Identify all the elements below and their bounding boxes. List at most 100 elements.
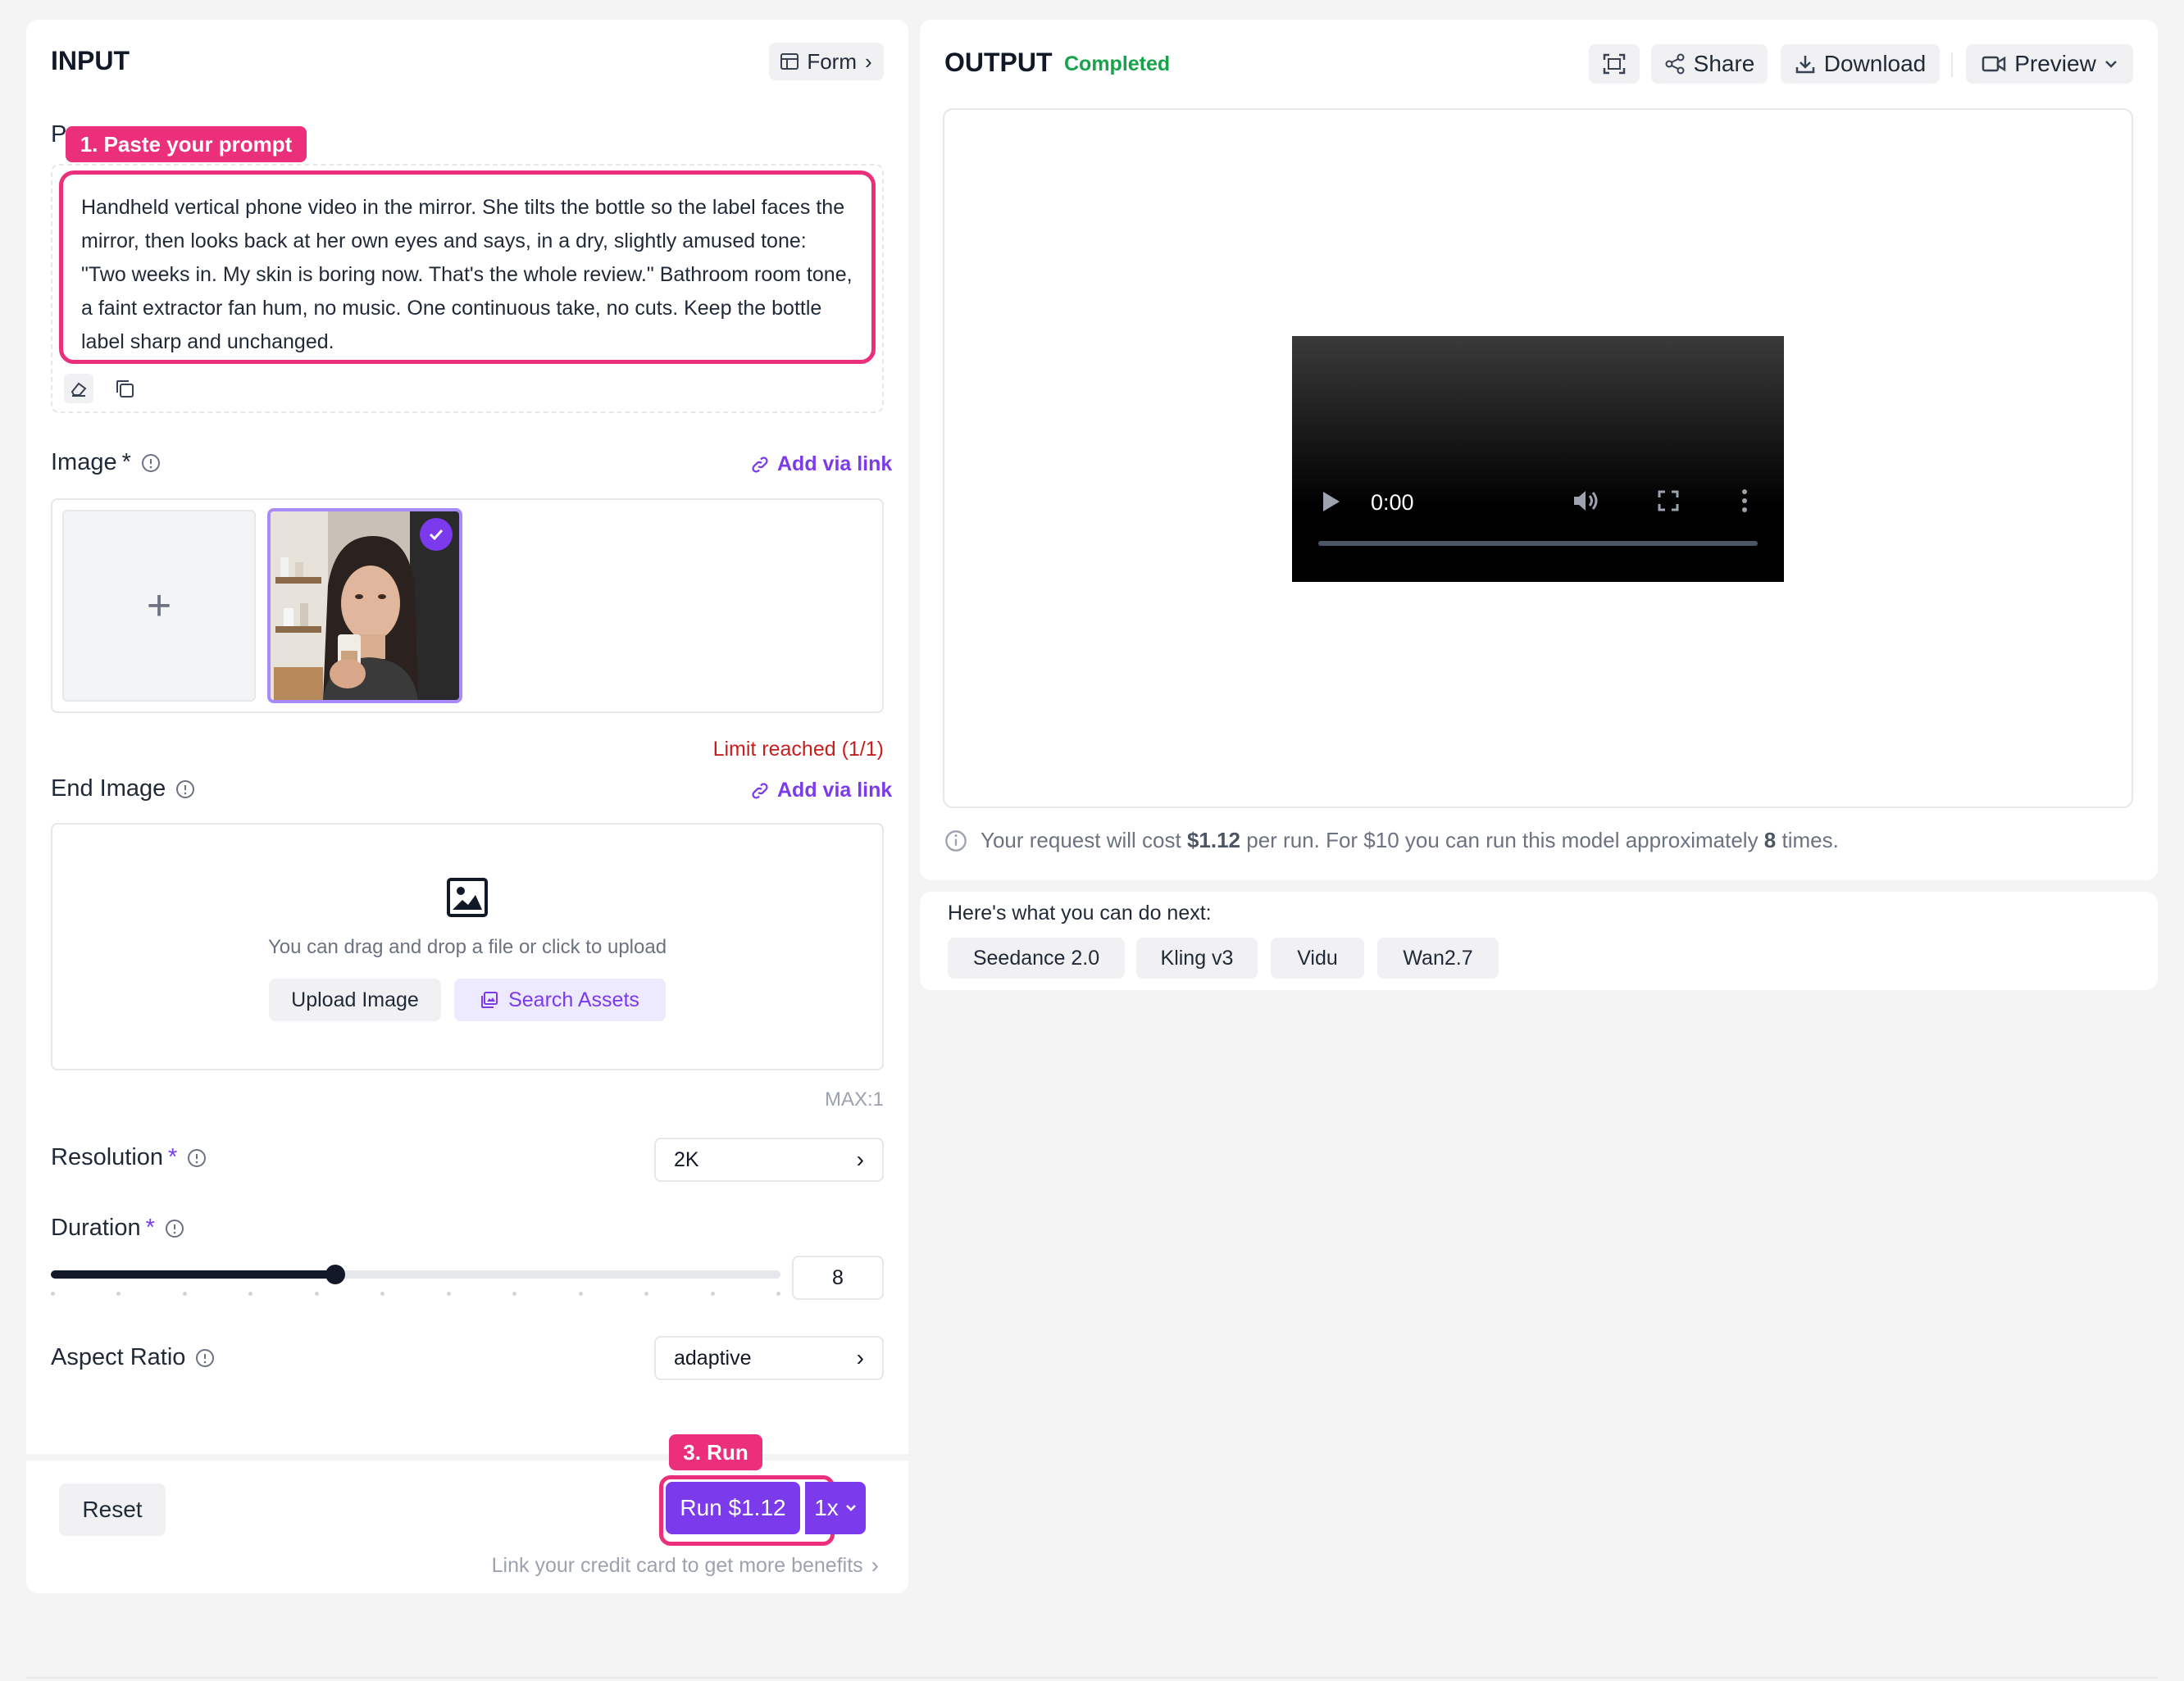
link-icon bbox=[752, 782, 768, 799]
fullscreen-button[interactable] bbox=[1589, 44, 1640, 84]
image-label-text: Image bbox=[51, 449, 117, 475]
info-icon bbox=[945, 829, 967, 852]
cost-prefix: Your request will cost bbox=[981, 828, 1187, 852]
form-label: Form bbox=[807, 48, 857, 74]
credit-card-link[interactable]: Link your credit card to get more benefi… bbox=[492, 1552, 879, 1579]
volume-icon[interactable] bbox=[1572, 488, 1600, 513]
preview-button[interactable]: Preview bbox=[1966, 44, 2133, 84]
video-progress-bar[interactable] bbox=[1318, 541, 1758, 546]
info-icon bbox=[188, 1148, 207, 1167]
cost-times: 8 bbox=[1763, 828, 1777, 852]
credit-card-text: Link your credit card to get more benefi… bbox=[491, 1553, 863, 1577]
preview-label: Preview bbox=[2014, 51, 2096, 76]
plus-icon: + bbox=[146, 582, 172, 629]
end-image-label-text: End Image bbox=[51, 775, 166, 802]
aspect-ratio-label: Aspect Ratio bbox=[51, 1344, 215, 1371]
aspect-ratio-label-text: Aspect Ratio bbox=[51, 1344, 186, 1370]
prompt-input[interactable]: Handheld vertical phone video in the mir… bbox=[59, 170, 876, 364]
resolution-select[interactable]: 2K › bbox=[654, 1138, 884, 1182]
slider-tick bbox=[116, 1292, 121, 1296]
image-thumbnail[interactable] bbox=[267, 508, 462, 703]
video-camera-icon bbox=[1982, 56, 2006, 72]
chevron-right-icon: › bbox=[871, 1552, 879, 1578]
image-label: Image * bbox=[51, 449, 161, 476]
run-multiplier-button[interactable]: 1x bbox=[805, 1482, 866, 1534]
next-item-seedance[interactable]: Seedance 2.0 bbox=[948, 938, 1125, 979]
aspect-ratio-select[interactable]: adaptive › bbox=[654, 1336, 884, 1380]
form-view-button[interactable]: Form › bbox=[769, 43, 884, 80]
share-button[interactable]: Share bbox=[1651, 44, 1768, 84]
chevron-right-icon: › bbox=[856, 1345, 864, 1370]
info-icon bbox=[165, 1219, 184, 1238]
prompt-label: P bbox=[51, 121, 67, 148]
slider-tick bbox=[446, 1292, 451, 1296]
cost-suffix: times. bbox=[1776, 828, 1839, 852]
upload-image-button[interactable]: Upload Image bbox=[269, 979, 441, 1021]
image-limit-text: Limit reached (1/1) bbox=[712, 738, 884, 761]
slider-tick bbox=[380, 1292, 385, 1296]
info-icon bbox=[141, 453, 160, 472]
slider-tick bbox=[512, 1292, 517, 1296]
prompt-annotation: 1. Paste your prompt bbox=[66, 126, 307, 162]
resolution-label-text: Resolution bbox=[51, 1144, 164, 1170]
link-icon bbox=[752, 456, 768, 473]
slider-tick bbox=[710, 1292, 715, 1296]
end-image-add-via-link[interactable]: Add via link bbox=[751, 779, 892, 802]
end-image-add-via-link-text: Add via link bbox=[777, 779, 893, 802]
cost-text: Your request will cost $1.12 per run. Fo… bbox=[981, 828, 1839, 853]
add-image-button[interactable]: + bbox=[62, 510, 256, 702]
duration-slider[interactable] bbox=[51, 1257, 780, 1298]
next-steps-panel: Here's what you can do next: Seedance 2.… bbox=[920, 892, 2158, 990]
input-panel: INPUT Form › P Handheld vertical phone v… bbox=[26, 20, 908, 1593]
slider-ticks bbox=[51, 1292, 780, 1297]
resolution-value: 2K bbox=[674, 1147, 699, 1171]
output-panel: OUTPUT Completed Share Download Preview … bbox=[920, 20, 2158, 880]
next-item-wan[interactable]: Wan2.7 bbox=[1377, 938, 1499, 979]
more-vertical-icon[interactable] bbox=[1741, 488, 1748, 513]
slider-tick bbox=[776, 1292, 780, 1296]
prompt-text: Handheld vertical phone video in the mir… bbox=[81, 196, 853, 353]
copy-icon[interactable] bbox=[110, 374, 139, 403]
prompt-tools bbox=[64, 374, 139, 403]
search-assets-button[interactable]: Search Assets bbox=[454, 979, 666, 1021]
slider-tick bbox=[644, 1292, 649, 1296]
slider-tick bbox=[248, 1292, 253, 1296]
end-image-label: End Image bbox=[51, 775, 195, 802]
chevron-right-icon: › bbox=[856, 1147, 864, 1172]
duration-label-text: Duration bbox=[51, 1215, 141, 1241]
eraser-icon[interactable] bbox=[64, 374, 93, 403]
download-icon bbox=[1795, 56, 1814, 74]
video-time: 0:00 bbox=[1371, 490, 1414, 515]
image-icon bbox=[447, 878, 488, 917]
fullscreen-icon[interactable] bbox=[1658, 490, 1679, 511]
footer-divider bbox=[26, 1454, 908, 1461]
max-text: MAX:1 bbox=[824, 1088, 884, 1111]
end-image-dropzone[interactable]: You can drag and drop a file or click to… bbox=[51, 823, 884, 1070]
gallery-icon bbox=[481, 992, 498, 1008]
page-bottom-divider bbox=[26, 1677, 2158, 1679]
multiplier-value: 1x bbox=[814, 1495, 839, 1520]
next-item-kling[interactable]: Kling v3 bbox=[1136, 938, 1258, 979]
image-required-mark: * bbox=[121, 449, 131, 475]
duration-input[interactable]: 8 bbox=[792, 1256, 884, 1300]
slider-tick bbox=[314, 1292, 319, 1296]
chevron-down-icon bbox=[845, 1505, 856, 1511]
cost-info: Your request will cost $1.12 per run. Fo… bbox=[944, 828, 1839, 853]
video-player[interactable]: 0:00 bbox=[1292, 336, 1784, 582]
search-assets-label: Search Assets bbox=[508, 988, 639, 1011]
next-item-vidu[interactable]: Vidu bbox=[1271, 938, 1364, 979]
slider-handle[interactable] bbox=[325, 1265, 346, 1284]
play-icon[interactable] bbox=[1322, 490, 1341, 513]
chevron-down-icon bbox=[2104, 61, 2117, 68]
slider-fill bbox=[51, 1270, 336, 1279]
selected-check-icon bbox=[420, 518, 453, 551]
image-add-via-link-text: Add via link bbox=[777, 452, 893, 475]
chevron-right-icon: › bbox=[865, 48, 872, 74]
share-label: Share bbox=[1693, 51, 1755, 76]
run-button[interactable]: Run $1.12 bbox=[666, 1482, 800, 1534]
run-annotation: 3. Run bbox=[669, 1434, 762, 1470]
download-button[interactable]: Download bbox=[1781, 44, 1940, 84]
next-steps-heading: Here's what you can do next: bbox=[948, 902, 1212, 925]
reset-button[interactable]: Reset bbox=[59, 1483, 166, 1536]
image-add-via-link[interactable]: Add via link bbox=[751, 452, 892, 476]
